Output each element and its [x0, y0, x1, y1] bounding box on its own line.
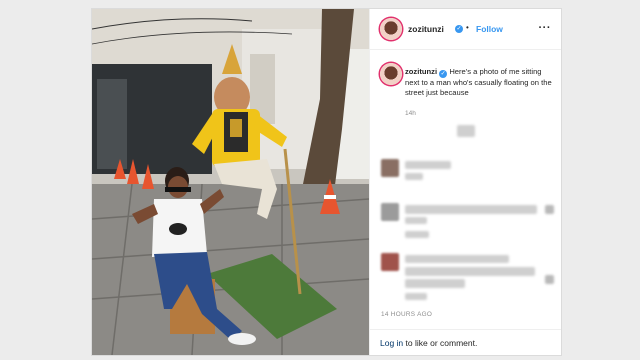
- login-prompt: Log in to like or comment.: [380, 338, 477, 348]
- follow-button[interactable]: Follow: [476, 24, 503, 34]
- login-prompt-text: to like or comment.: [403, 338, 478, 348]
- comment-avatar: [381, 253, 399, 271]
- post-photo[interactable]: [92, 9, 369, 355]
- blurred-comment-text: [405, 267, 535, 276]
- caption-username[interactable]: zozitunzi: [405, 67, 437, 76]
- blurred-comment-text: [405, 255, 509, 263]
- login-link[interactable]: Log in: [380, 338, 403, 348]
- blurred-comment-text: [405, 205, 537, 214]
- separator-dot: •: [466, 23, 469, 32]
- blurred-like-icon: [545, 275, 554, 284]
- post-sidebar: zozitunzi ✓ • Follow ··· zozitunzi ✓ Her…: [369, 9, 561, 355]
- username-link[interactable]: zozitunzi: [408, 24, 444, 34]
- comment-footer: Log in to like or comment.: [370, 329, 561, 355]
- blurred-comment-text: [405, 293, 427, 300]
- caption-avatar[interactable]: [380, 63, 402, 85]
- post-timestamp: 14 HOURS AGO: [381, 311, 433, 318]
- caption-timestamp: 14h: [405, 110, 416, 117]
- blurred-comment-text: [405, 161, 451, 169]
- post-caption: zozitunzi ✓ Here's a photo of me sitting…: [405, 67, 553, 99]
- avatar[interactable]: [380, 18, 402, 40]
- instagram-post-embed: zozitunzi ✓ • Follow ··· zozitunzi ✓ Her…: [91, 8, 562, 356]
- street-scene-photo: [92, 9, 369, 355]
- comment-avatar: [381, 159, 399, 177]
- blurred-comment-text: [405, 217, 427, 224]
- comment-avatar: [381, 203, 399, 221]
- blurred-like-icon: [545, 205, 554, 214]
- more-options-icon[interactable]: ···: [539, 22, 552, 34]
- verified-badge-icon: ✓: [455, 25, 463, 33]
- post-header: zozitunzi ✓ • Follow ···: [370, 9, 561, 50]
- blurred-comment-text: [405, 231, 429, 238]
- blurred-comment-text: [405, 173, 423, 180]
- blurred-comment-text: [405, 279, 465, 288]
- blurred-comment-text: [457, 125, 475, 137]
